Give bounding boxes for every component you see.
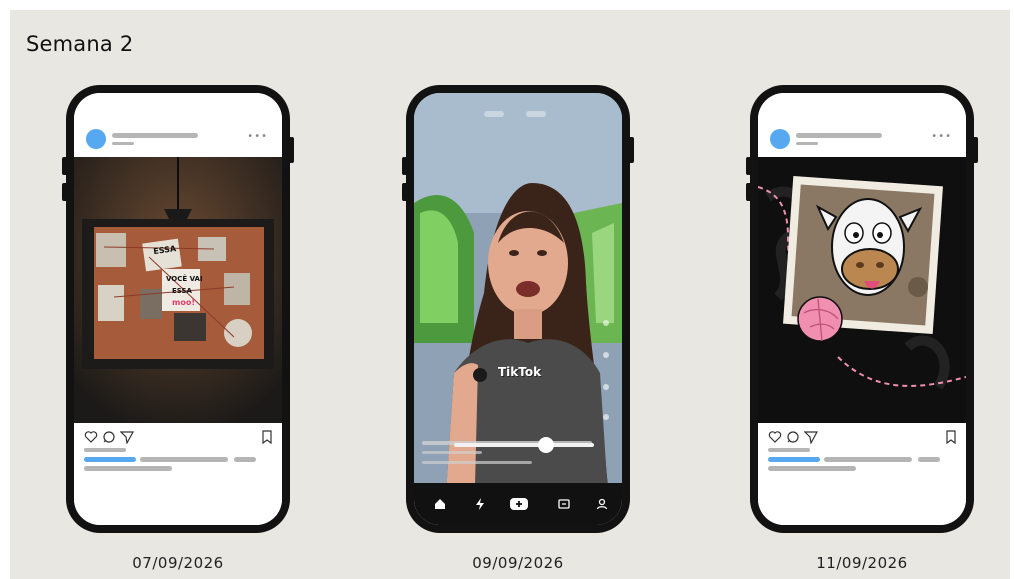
phone-volume-button — [746, 157, 752, 175]
post-footer — [74, 423, 282, 525]
week-board: Semana 2 ••• ESSA VOCÊ VAI ESSA moo! 07/… — [10, 10, 1010, 579]
username-placeholder — [112, 133, 198, 138]
heart-icon[interactable] — [768, 429, 782, 443]
phone-screen: TikTok — [414, 93, 622, 525]
video-progress-track[interactable] — [454, 443, 594, 447]
post-date: 07/09/2026 — [132, 554, 224, 572]
phone-power-button — [288, 137, 294, 163]
phone-screen: ••• — [758, 93, 966, 525]
cow-stamp-illustration — [758, 157, 966, 423]
post-date: 11/09/2026 — [816, 554, 908, 572]
message-icon[interactable] — [556, 496, 572, 512]
avatar[interactable] — [86, 129, 106, 149]
likes-placeholder — [84, 448, 126, 452]
profile-icon[interactable] — [594, 496, 610, 512]
phone-mockup-tiktok: TikTok — [402, 85, 634, 533]
likes-placeholder — [768, 448, 810, 452]
poster-text: ESSA — [172, 287, 193, 295]
phone-mockup-instagram-2: ••• — [746, 85, 978, 533]
post-date: 09/09/2026 — [472, 554, 564, 572]
more-options-icon[interactable]: ••• — [931, 131, 952, 142]
post-header: ••• — [74, 93, 282, 157]
caption-placeholder — [824, 457, 912, 462]
post-image[interactable]: ESSA VOCÊ VAI ESSA moo! — [74, 157, 282, 423]
caption-placeholder — [918, 457, 940, 462]
bookmark-icon[interactable] — [944, 429, 958, 445]
phone-volume-button — [746, 183, 752, 201]
plus-icon[interactable] — [510, 496, 528, 512]
caption-placeholder — [234, 457, 256, 462]
video-progress-handle[interactable] — [538, 437, 554, 453]
send-icon[interactable] — [119, 429, 135, 445]
phone-screen: ••• — [74, 93, 282, 525]
comment-icon[interactable] — [102, 429, 116, 443]
phone-volume-button — [62, 183, 68, 201]
bottom-navigation — [414, 483, 622, 525]
phone-power-button — [628, 137, 634, 163]
phone-volume-button — [62, 157, 68, 175]
more-options-icon[interactable]: ••• — [247, 131, 268, 142]
username-placeholder — [796, 133, 882, 138]
heart-icon[interactable] — [84, 429, 98, 443]
subtitle-placeholder — [112, 142, 134, 145]
lightning-icon[interactable] — [472, 496, 488, 512]
caption-placeholder — [140, 457, 228, 462]
caption-placeholder — [768, 466, 856, 471]
bookmark-icon[interactable] — [260, 429, 274, 445]
avatar[interactable] — [770, 129, 790, 149]
poster-text: moo! — [172, 298, 195, 307]
send-icon[interactable] — [803, 429, 819, 445]
post-footer — [758, 423, 966, 525]
video-frame[interactable] — [414, 93, 622, 525]
corkboard-illustration: ESSA VOCÊ VAI ESSA moo! — [74, 157, 282, 423]
comment-icon[interactable] — [786, 429, 800, 443]
post-image[interactable] — [758, 157, 966, 423]
caption-placeholder — [84, 466, 172, 471]
phone-power-button — [972, 137, 978, 163]
caption-username-placeholder — [84, 457, 136, 462]
subtitle-placeholder — [796, 142, 818, 145]
phone-volume-button — [402, 157, 408, 175]
caption-username-placeholder — [768, 457, 820, 462]
home-icon[interactable] — [432, 496, 448, 512]
week-title: Semana 2 — [26, 32, 134, 56]
post-header: ••• — [758, 93, 966, 157]
phone-volume-button — [402, 183, 408, 201]
tiktok-watermark: TikTok — [498, 365, 542, 379]
poster-text: VOCÊ VAI — [166, 274, 203, 283]
phone-mockup-instagram-1: ••• ESSA VOCÊ VAI ESSA moo! — [62, 85, 294, 533]
